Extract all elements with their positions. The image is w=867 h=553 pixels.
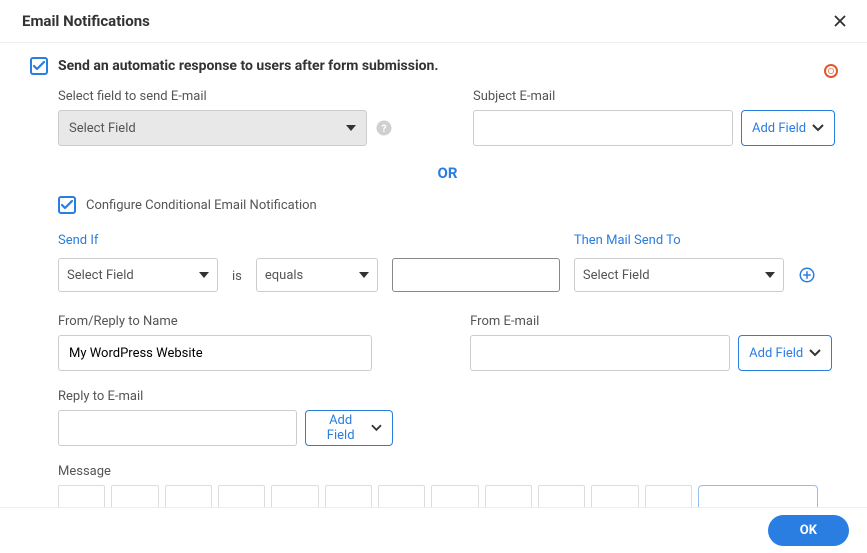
add-field-label: Add Field <box>316 413 365 443</box>
toolbar-button[interactable] <box>538 485 585 508</box>
chevron-down-icon <box>765 272 775 278</box>
chevron-down-icon <box>371 422 382 434</box>
chevron-down-icon <box>359 272 369 278</box>
select-value: Select Field <box>583 268 650 283</box>
field-to-send-select[interactable]: Select Field <box>58 110 367 146</box>
send-if-field-select[interactable]: Select Field <box>58 258 218 292</box>
message-label: Message <box>58 464 818 479</box>
help-icon[interactable] <box>823 63 839 79</box>
select-value: equals <box>265 268 303 283</box>
chevron-down-icon <box>812 122 824 134</box>
toolbar-button[interactable] <box>165 485 212 508</box>
field-to-send-label: Select field to send E-mail <box>58 89 393 104</box>
operator-select[interactable]: equals <box>256 258 378 292</box>
dialog-content: Send an automatic response to users afte… <box>0 43 867 508</box>
subject-label: Subject E-mail <box>473 89 837 104</box>
message-toolbar <box>58 485 818 508</box>
subject-add-field-button[interactable]: Add Field <box>741 110 835 146</box>
auto-response-row: Send an automatic response to users afte… <box>30 57 837 75</box>
ok-button[interactable]: OK <box>768 515 849 546</box>
dialog-title: Email Notifications <box>22 12 150 30</box>
toolbar-button[interactable] <box>325 485 372 508</box>
chevron-down-icon <box>809 347 821 359</box>
select-value: Select Field <box>69 121 136 136</box>
conditional-row: Configure Conditional Email Notification <box>58 196 837 214</box>
toolbar-button[interactable] <box>645 485 692 508</box>
conditional-checkbox[interactable] <box>58 196 76 214</box>
from-email-label: From E-mail <box>470 314 837 329</box>
toolbar-button[interactable] <box>271 485 318 508</box>
then-field-select[interactable]: Select Field <box>574 258 784 292</box>
message-add-field-button[interactable] <box>698 485 818 508</box>
conditional-label: Configure Conditional Email Notification <box>86 198 317 213</box>
form-body: Select field to send E-mail Select Field… <box>58 89 837 508</box>
toolbar-button[interactable] <box>485 485 532 508</box>
toolbar-button[interactable] <box>431 485 478 508</box>
svg-text:?: ? <box>381 122 386 135</box>
chevron-down-icon <box>346 125 356 131</box>
add-field-label: Add Field <box>749 346 803 361</box>
add-condition-icon[interactable] <box>798 266 816 284</box>
reply-email-input[interactable] <box>58 410 297 446</box>
auto-response-checkbox[interactable] <box>30 57 48 75</box>
reply-email-label: Reply to E-mail <box>58 389 393 404</box>
from-email-add-field-button[interactable]: Add Field <box>738 335 832 371</box>
then-label: Then Mail Send To <box>574 233 784 248</box>
reply-email-add-field-button[interactable]: Add Field <box>305 410 393 446</box>
or-divider: OR <box>58 164 837 182</box>
select-value: Select Field <box>67 268 134 283</box>
toolbar-button[interactable] <box>58 485 105 508</box>
close-icon[interactable] <box>831 12 849 30</box>
chevron-down-icon <box>199 272 209 278</box>
toolbar-button[interactable] <box>111 485 158 508</box>
question-icon[interactable]: ? <box>375 119 393 137</box>
dialog-header: Email Notifications <box>0 0 867 43</box>
from-reply-label: From/Reply to Name <box>58 314 390 329</box>
from-email-input[interactable] <box>470 335 730 371</box>
is-label: is <box>232 269 242 292</box>
dialog-footer: OK <box>0 507 867 553</box>
condition-value-input[interactable] <box>392 258 560 292</box>
from-reply-input[interactable] <box>58 335 372 371</box>
toolbar-button[interactable] <box>591 485 638 508</box>
send-if-label: Send If <box>58 233 218 248</box>
subject-input[interactable] <box>473 110 733 146</box>
condition-row: Send If Select Field is equals Then Mai <box>58 232 837 292</box>
toolbar-button[interactable] <box>378 485 425 508</box>
toolbar-button[interactable] <box>218 485 265 508</box>
auto-response-label: Send an automatic response to users afte… <box>58 58 438 74</box>
add-field-label: Add Field <box>752 121 806 136</box>
